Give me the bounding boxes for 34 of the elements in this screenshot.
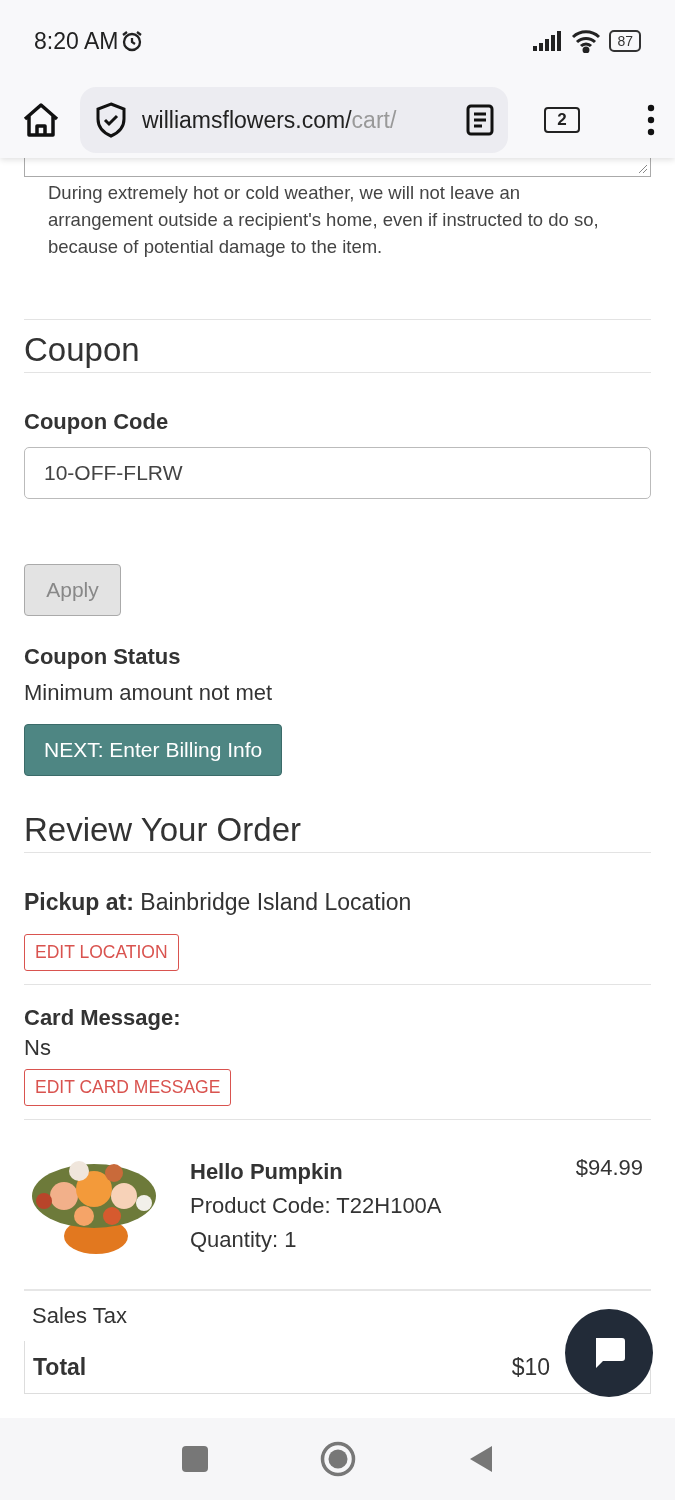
product-name: Hello Pumpkin [190,1158,344,1186]
home-icon[interactable] [22,102,60,138]
tab-count[interactable]: 2 [544,107,580,133]
reader-icon[interactable] [466,104,494,136]
product-code: Product Code: T22H100A [190,1192,443,1220]
total-label: Sales Tax [32,1303,127,1329]
coupon-heading: Coupon [24,330,651,373]
coupon-code-label: Coupon Code [24,409,170,435]
product-price: $94.99 [575,1154,643,1182]
edit-card-message-button[interactable]: EDIT CARD MESSAGE [24,1069,232,1106]
edit-location-button[interactable]: EDIT LOCATION [24,934,179,971]
coupon-status-label: Coupon Status [24,644,182,670]
card-message-text: Ns [24,1035,52,1061]
review-heading: Review Your Order [24,810,651,853]
coupon-code-field[interactable]: 10-OFF-FLRW [24,447,651,499]
coupon-status-text: Minimum amount not met [24,680,274,706]
total-value: $10 [511,1353,550,1381]
card-message-label: Card Message: [24,1005,182,1031]
total-label: Total [33,1353,87,1381]
text-area[interactable] [24,156,651,177]
signal-icon [533,31,564,51]
clock-time: 8:20 AM [34,27,119,55]
address-bar[interactable]: williamsflowers.com/cart/ [80,87,508,153]
menu-icon[interactable] [647,104,655,136]
delivery-note: During extremely hot or cold weather, we will not leave an arrangement outside a recipient's home, even if instructed to do so, because of potential damage to the item. [48,181,600,259]
pickup-text: Pickup at: Bainbridge Island Location [24,889,413,916]
battery-level: 87 [609,30,641,52]
shield-icon [94,102,128,138]
next-button[interactable]: NEXT: Enter Billing Info [24,724,283,776]
home-button-icon[interactable] [319,1441,356,1477]
wifi-icon [571,29,602,53]
product-quantity: Quantity: 1 [190,1226,298,1254]
resize-grip-icon[interactable] [638,164,648,174]
recents-icon[interactable] [181,1446,208,1472]
